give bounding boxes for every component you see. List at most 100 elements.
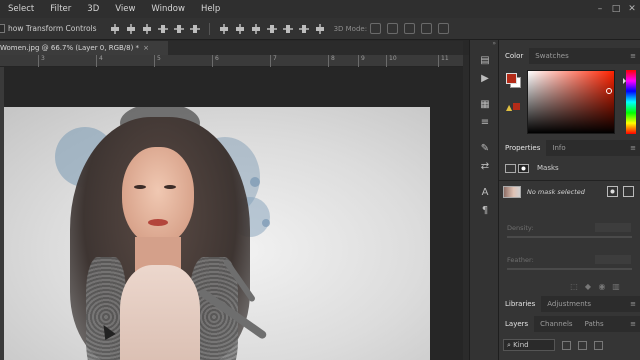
ruler-tick: 3 — [38, 55, 45, 67]
no-mask-text: No mask selected — [527, 188, 585, 196]
hands-shape — [120, 265, 200, 360]
auto-align-icon[interactable] — [315, 23, 325, 34]
document-image[interactable] — [4, 107, 430, 360]
distribute-vcenter-icon[interactable] — [235, 23, 245, 34]
hue-slider-handle[interactable] — [623, 78, 626, 84]
face-shape — [122, 147, 194, 245]
character-icon[interactable]: A — [478, 186, 492, 200]
menu-help[interactable]: Help — [193, 4, 228, 14]
pixel-mask-icon[interactable] — [505, 163, 516, 173]
tab-paths[interactable]: Paths — [579, 316, 610, 332]
visibility-icon[interactable]: ◉ — [597, 282, 607, 292]
feather-value[interactable] — [595, 255, 631, 264]
tab-swatches[interactable]: Swatches — [529, 48, 574, 64]
divider — [499, 180, 640, 181]
tab-strip — [168, 41, 463, 55]
adjust-icon[interactable]: ⇄ — [478, 160, 492, 174]
play-icon[interactable]: ▶ — [478, 72, 492, 86]
tab-channels[interactable]: Channels — [534, 316, 578, 332]
color-field[interactable] — [527, 70, 615, 134]
add-pixel-mask-button[interactable] — [607, 186, 618, 197]
3d-roll-icon[interactable] — [387, 23, 399, 34]
filter-adjustment-icon[interactable] — [578, 340, 587, 350]
tab-info[interactable]: Info — [546, 140, 571, 156]
feather-slider[interactable] — [507, 268, 632, 270]
brush-icon[interactable]: ✎ — [478, 142, 492, 156]
minimize-button[interactable]: – — [592, 0, 608, 18]
close-button[interactable]: ✕ — [624, 0, 640, 18]
3d-mode-label: 3D Mode: — [333, 24, 368, 33]
color-picker-ring[interactable] — [606, 88, 612, 94]
separator — [208, 22, 210, 35]
panel-menu-icon[interactable]: ≡ — [630, 140, 636, 156]
delete-icon[interactable]: ▥ — [611, 282, 621, 292]
align-vcenter-icon[interactable] — [126, 23, 136, 34]
align-top-icon[interactable] — [110, 23, 120, 34]
collapse-dock-icon[interactable]: » — [470, 40, 500, 50]
foreground-color-swatch[interactable] — [506, 73, 517, 84]
filter-pixel-icon[interactable] — [562, 340, 571, 350]
ruler-tick: 7 — [270, 55, 277, 67]
hue-slider[interactable] — [623, 70, 636, 134]
3d-rotate-icon[interactable] — [370, 23, 382, 34]
density-value[interactable] — [595, 223, 631, 232]
filter-type-icon[interactable] — [594, 340, 603, 350]
mask-status-row: No mask selected — [499, 182, 640, 202]
apply-mask-icon[interactable]: ◆ — [583, 282, 593, 292]
feather-label: Feather: — [507, 256, 534, 264]
show-transform-label: how Transform Controls — [8, 24, 97, 33]
vector-mask-icon[interactable] — [518, 163, 529, 173]
color-panel-tabs: Color Swatches ≡ — [499, 48, 640, 64]
panel-menu-icon[interactable]: ≡ — [630, 296, 636, 312]
layer-filter-row: ⌕ Kind — [503, 338, 638, 352]
options-bar: how Transform Controls 3D Mode: — [0, 18, 640, 40]
load-selection-icon[interactable]: ⬚ — [569, 282, 579, 292]
align-right-icon[interactable] — [189, 24, 200, 34]
layer-thumbnail — [503, 186, 521, 198]
close-document-icon[interactable]: × — [143, 44, 149, 52]
panel-menu-icon[interactable]: ≡ — [630, 48, 636, 64]
tab-libraries[interactable]: Libraries — [499, 296, 542, 312]
tab-properties[interactable]: Properties — [499, 140, 547, 156]
menu-window[interactable]: Window — [143, 4, 193, 14]
canvas-area[interactable] — [4, 67, 463, 360]
tab-adjustments[interactable]: Adjustments — [541, 296, 597, 312]
show-transform-checkbox[interactable] — [0, 24, 5, 33]
tab-layers[interactable]: Layers — [499, 316, 535, 332]
masks-label: Masks — [537, 164, 559, 172]
history-icon[interactable]: ▤ — [478, 54, 492, 68]
distribute-right-icon[interactable] — [298, 24, 309, 34]
paragraph-styles-icon[interactable]: ≡ — [478, 116, 492, 130]
3d-pan-icon[interactable] — [404, 23, 416, 34]
ruler-tick: 10 — [386, 55, 397, 67]
properties-footer: ⬚ ◆ ◉ ▥ — [567, 282, 623, 292]
paragraph-icon[interactable]: ¶ — [478, 204, 492, 218]
right-panels: Color Swatches ≡ ▲ Properties Info ≡ Mas… — [499, 40, 640, 360]
document-tab[interactable]: Women.jpg @ 66.7% (Layer 0, RGB/8) * × — [0, 41, 168, 55]
align-left-icon[interactable] — [157, 24, 168, 34]
distribute-hcenter-icon[interactable] — [282, 24, 293, 34]
menu-filter[interactable]: Filter — [42, 4, 79, 14]
add-vector-mask-button[interactable] — [623, 186, 634, 197]
maximize-button[interactable]: □ — [608, 0, 624, 18]
align-bottom-icon[interactable] — [142, 23, 152, 34]
tab-color[interactable]: Color — [499, 48, 530, 64]
distribute-left-icon[interactable] — [266, 24, 277, 34]
density-slider[interactable] — [507, 236, 632, 238]
menu-view[interactable]: View — [107, 4, 143, 14]
properties-icon[interactable]: ▦ — [478, 98, 492, 112]
filter-kind-select[interactable]: ⌕ Kind — [503, 339, 555, 351]
distribute-bottom-icon[interactable] — [251, 23, 261, 34]
align-hcenter-icon[interactable] — [173, 24, 184, 34]
panel-icon-dock: » ▤ ▶ ▦ ≡ ✎ ⇄ A ¶ — [469, 40, 499, 360]
warning-triangle-icon[interactable]: ▲ — [506, 103, 512, 112]
window-controls: – □ ✕ — [592, 0, 640, 18]
3d-scale-icon[interactable] — [438, 23, 450, 34]
ruler-tick: 11 — [438, 55, 449, 67]
3d-slide-icon[interactable] — [421, 23, 433, 34]
menu-select[interactable]: Select — [0, 4, 42, 14]
distribute-top-icon[interactable] — [219, 23, 229, 34]
menu-3d[interactable]: 3D — [79, 4, 107, 14]
panel-menu-icon[interactable]: ≡ — [630, 316, 636, 332]
gamut-color-swatch[interactable] — [513, 103, 520, 110]
